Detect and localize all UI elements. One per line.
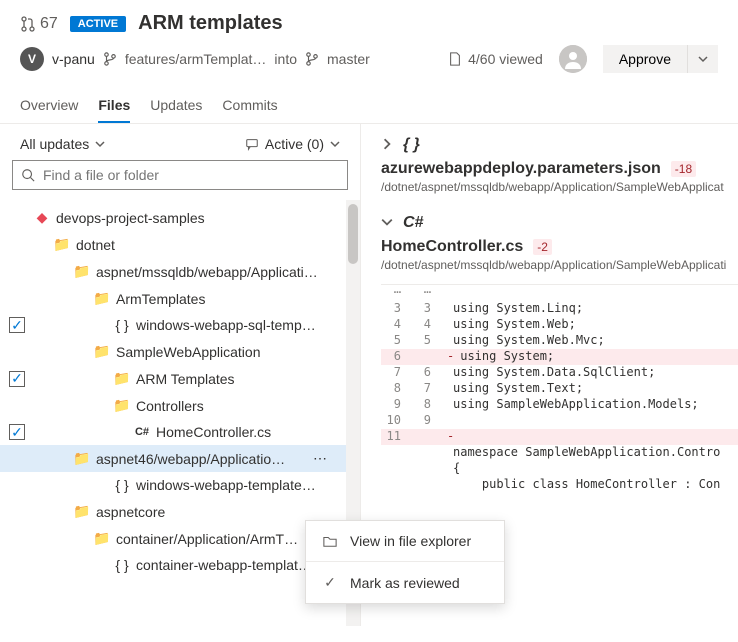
chevron-down-icon [698, 54, 708, 64]
search-input[interactable] [12, 160, 348, 190]
tab-files[interactable]: Files [98, 89, 130, 123]
braces-icon: { } [114, 477, 130, 493]
updates-filter[interactable]: All updates [20, 136, 105, 152]
tree-folder[interactable]: 📁 SampleWebApplication [0, 338, 360, 365]
tree-file[interactable]: { } windows-webapp-template… [0, 472, 360, 498]
diff-badge: -2 [533, 239, 552, 255]
braces-icon: { } [403, 136, 420, 154]
source-branch[interactable]: features/armTemplat… [125, 51, 267, 67]
chevron-down-icon [381, 216, 393, 228]
csharp-icon: C# [134, 426, 150, 438]
code-line: 44 using System.Web; [381, 317, 738, 333]
code-line: public class HomeController : Con [381, 477, 738, 493]
code-line: 33 using System.Linq; [381, 301, 738, 317]
pr-icon-count: 67 [20, 15, 58, 33]
chevron-down-icon [95, 139, 105, 149]
status-badge: ACTIVE [70, 16, 126, 32]
author-avatar[interactable]: V [20, 47, 44, 71]
file-path: /dotnet/aspnet/mssqldb/webapp/Applicatio… [381, 258, 738, 272]
tab-updates[interactable]: Updates [150, 89, 202, 123]
menu-view-explorer[interactable]: View in file explorer [306, 521, 504, 561]
viewed-count: 4/60 viewed [448, 51, 543, 67]
chevron-down-icon [330, 139, 340, 149]
file-name[interactable]: HomeController.cs [381, 238, 523, 256]
tree-folder[interactable]: 📁 Controllers [0, 392, 360, 419]
code-line: 55 using System.Web.Mvc; [381, 333, 738, 349]
code-line: 98 using SampleWebApplication.Models; [381, 397, 738, 413]
diff-badge: -18 [671, 161, 696, 177]
menu-mark-reviewed[interactable]: ✓ Mark as reviewed [306, 562, 504, 603]
folder-icon: 📁 [74, 503, 90, 520]
reviewed-checkbox[interactable]: ✓ [9, 317, 25, 333]
code-line: 11- [381, 429, 738, 445]
search-icon [21, 168, 35, 182]
branch-icon [305, 52, 319, 66]
page-title: ARM templates [138, 12, 282, 35]
code-line: 6-using System; [381, 349, 738, 365]
branch-icon [103, 52, 117, 66]
csharp-icon: C# [403, 214, 423, 232]
folder-icon: 📁 [94, 290, 110, 307]
folder-icon: 📁 [74, 450, 90, 467]
code-line: 87 using System.Text; [381, 381, 738, 397]
scrollbar-thumb[interactable] [348, 204, 358, 264]
check-icon: ✓ [322, 574, 338, 591]
collapse-toggle[interactable] [381, 215, 393, 231]
reviewer-avatar[interactable] [559, 45, 587, 73]
braces-icon: { } [114, 557, 130, 573]
reviewed-checkbox[interactable]: ✓ [9, 424, 25, 440]
approve-dropdown[interactable] [687, 45, 718, 73]
code-line: 76 using System.Data.SqlClient; [381, 365, 738, 381]
tree-folder[interactable]: 📁 aspnet/mssqldb/webapp/Applicati… [0, 258, 360, 285]
folder-icon: 📁 [74, 263, 90, 280]
tab-bar: Overview Files Updates Commits [0, 81, 738, 124]
tree-root[interactable]: ◆ devops-project-samples [0, 204, 360, 231]
file-name[interactable]: azurewebappdeploy.parameters.json [381, 160, 661, 178]
tree-folder[interactable]: 📁 aspnet46/webapp/Applicatio… ⋯ [0, 445, 360, 472]
tree-folder[interactable]: 📁 dotnet [0, 231, 360, 258]
target-branch[interactable]: master [327, 51, 370, 67]
file-icon [448, 52, 462, 66]
reviewed-checkbox[interactable]: ✓ [9, 371, 25, 387]
code-line: { [381, 461, 738, 477]
folder-icon: 📁 [114, 397, 130, 414]
tree-file[interactable]: ✓ { } windows-webapp-sql-temp… [0, 312, 360, 338]
folder-icon: 📁 [94, 343, 110, 360]
tree-folder[interactable]: ✓ 📁 ARM Templates [0, 365, 360, 392]
tab-overview[interactable]: Overview [20, 89, 78, 123]
folder-icon: 📁 [94, 530, 110, 547]
pull-request-icon [20, 16, 36, 32]
folder-icon: 📁 [114, 370, 130, 387]
context-menu: View in file explorer ✓ Mark as reviewed [305, 520, 505, 604]
approve-button[interactable]: Approve [603, 45, 687, 73]
file-path: /dotnet/aspnet/mssqldb/webapp/Applicatio… [381, 180, 738, 194]
repo-icon: ◆ [34, 209, 50, 226]
into-label: into [274, 51, 297, 67]
code-line: namespace SampleWebApplication.Contro [381, 445, 738, 461]
pr-number: 67 [40, 15, 58, 33]
code-line: 109 [381, 413, 738, 429]
folder-outline-icon [322, 534, 338, 548]
comment-icon [245, 137, 259, 151]
active-filter[interactable]: Active (0) [245, 136, 340, 152]
code-diff: ⋯⋯ 33 using System.Linq;44 using System.… [381, 284, 738, 493]
collapse-toggle[interactable] [381, 137, 393, 153]
tree-file[interactable]: ✓ C# HomeController.cs [0, 419, 360, 445]
braces-icon: { } [114, 317, 130, 333]
folder-icon: 📁 [54, 236, 70, 253]
author-name: v-panu [52, 51, 95, 67]
tree-folder[interactable]: 📁 ArmTemplates [0, 285, 360, 312]
tab-commits[interactable]: Commits [222, 89, 277, 123]
more-button[interactable]: ⋯ [308, 447, 332, 471]
chevron-right-icon [381, 138, 393, 150]
